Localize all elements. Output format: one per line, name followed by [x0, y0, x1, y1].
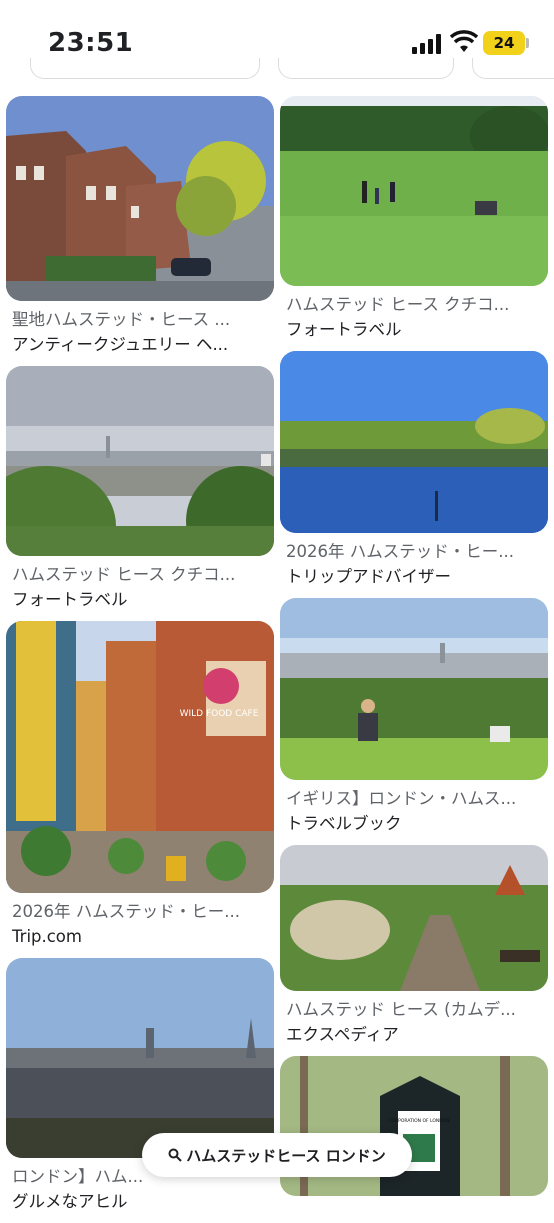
status-bar: 23:51 24 — [0, 0, 554, 88]
image-result-card[interactable]: ハムステッド ヒース (カムデ... エクスペディア — [280, 845, 550, 1046]
result-thumbnail[interactable] — [280, 96, 548, 286]
park-meadow-photo — [280, 96, 548, 286]
result-title: ハムステッド ヒース クチコ... — [286, 295, 510, 314]
park-sign-text: CORPORATION OF LONDON — [388, 1118, 449, 1124]
result-source: フォートラベル — [286, 320, 402, 339]
result-title: 2026年 ハムステッド・ヒー... — [286, 542, 514, 561]
battery-icon: 24 — [483, 31, 525, 55]
result-source: フォートラベル — [12, 590, 128, 609]
cafe-sign-text: WILD FOOD CAFE — [180, 709, 259, 719]
search-query-pill[interactable]: ハムステッドヒース ロンドン — [142, 1133, 412, 1177]
hill-view-photo — [280, 598, 548, 780]
results-column-left: 聖地ハムステッド・ヒース ... アンティークジュエリー ヘ... ハムステッド… — [6, 96, 276, 1223]
pond-lake-photo — [280, 351, 548, 533]
result-source: トラベルブック — [286, 814, 402, 833]
city-skyline-view-photo — [6, 366, 274, 556]
result-thumbnail[interactable] — [280, 351, 548, 533]
filter-chip[interactable] — [472, 58, 554, 79]
image-result-card[interactable]: ハムステッド ヒース クチコ... フォートラベル — [6, 366, 276, 611]
search-query-text: ハムステッドヒース ロンドン — [186, 1146, 386, 1165]
result-thumbnail[interactable] — [6, 366, 274, 556]
result-thumbnail[interactable] — [280, 598, 548, 780]
cellular-signal-icon — [412, 34, 441, 54]
image-result-card[interactable]: WILD FOOD CAFE 2026年 ハムステッド・ヒー... Trip.c… — [6, 621, 276, 948]
result-source: アンティークジュエリー ヘ... — [12, 335, 229, 354]
colorful-street-cafe-photo: WILD FOOD CAFE — [6, 621, 274, 893]
image-result-card[interactable]: イギリス】ロンドン・ハムス... トラベルブック — [280, 598, 550, 835]
result-source: Trip.com — [12, 927, 82, 946]
filter-chip[interactable] — [278, 58, 454, 79]
result-thumbnail[interactable]: WILD FOOD CAFE — [6, 621, 274, 893]
filter-chip[interactable] — [30, 58, 260, 79]
autumn-path-photo — [280, 845, 548, 991]
results-column-right: ハムステッド ヒース クチコ... フォートラベル 2026年 ハムステッド・ヒ… — [280, 96, 550, 1206]
result-source: トリップアドバイザー — [286, 567, 451, 586]
result-title: イギリス】ロンドン・ハムス... — [286, 789, 517, 808]
image-result-card[interactable]: 2026年 ハムステッド・ヒー... トリップアドバイザー — [280, 351, 550, 588]
houses-street-photo — [6, 96, 274, 301]
battery-level: 24 — [493, 34, 515, 52]
result-title: 聖地ハムステッド・ヒース ... — [12, 310, 231, 329]
london-panorama-photo — [6, 958, 274, 1158]
wifi-icon — [450, 30, 478, 52]
status-time: 23:51 — [48, 28, 134, 58]
image-result-card[interactable]: 聖地ハムステッド・ヒース ... アンティークジュエリー ヘ... — [6, 96, 276, 356]
result-thumbnail[interactable] — [280, 845, 548, 991]
result-title: 2026年 ハムステッド・ヒー... — [12, 902, 240, 921]
search-icon — [168, 1148, 182, 1162]
result-source: グルメなアヒル — [12, 1192, 128, 1211]
result-title: ハムステッド ヒース クチコ... — [12, 565, 236, 584]
result-title: ハムステッド ヒース (カムデ... — [286, 1000, 516, 1019]
image-result-card[interactable]: ハムステッド ヒース クチコ... フォートラベル — [280, 96, 550, 341]
result-thumbnail[interactable] — [6, 96, 274, 301]
result-source: エクスペディア — [286, 1025, 399, 1044]
result-thumbnail[interactable] — [6, 958, 274, 1158]
battery-tip — [526, 38, 529, 48]
